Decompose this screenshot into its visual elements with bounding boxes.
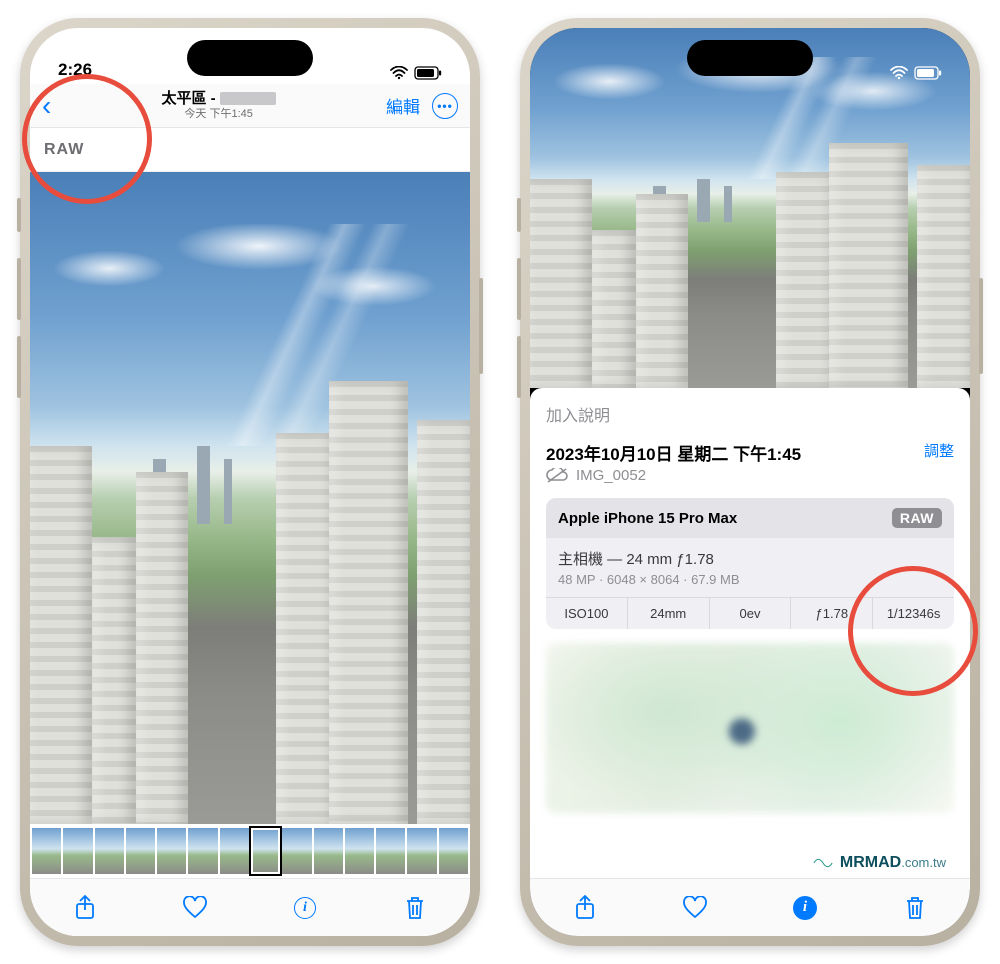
share-button[interactable] bbox=[570, 893, 600, 923]
watermark-brand: MRMAD bbox=[840, 854, 901, 871]
thumbnail[interactable] bbox=[220, 828, 249, 874]
caption-input[interactable]: 加入說明 bbox=[546, 402, 954, 426]
photo-meta: 48 MP · 6048 × 8064 · 67.9 MB bbox=[558, 572, 942, 587]
thumbnail[interactable] bbox=[345, 828, 374, 874]
watermark-tld: .com.tw bbox=[901, 855, 946, 870]
exif-shutter: 1/12346s bbox=[873, 598, 954, 629]
edit-button[interactable]: 編輯 bbox=[386, 93, 420, 118]
mute-switch bbox=[517, 198, 521, 232]
thumbnail[interactable] bbox=[95, 828, 124, 874]
favorite-button[interactable] bbox=[180, 893, 210, 923]
exif-aperture: ƒ1.78 bbox=[791, 598, 873, 629]
exif-ev: 0ev bbox=[710, 598, 792, 629]
toolbar: i bbox=[30, 878, 470, 936]
dynamic-island bbox=[687, 40, 813, 76]
thumbnail[interactable] bbox=[157, 828, 186, 874]
volume-down-button bbox=[17, 336, 21, 398]
photo-date: 2023年10月10日 星期二 下午1:45 bbox=[546, 440, 801, 465]
device-model: Apple iPhone 15 Pro Max bbox=[558, 510, 737, 527]
thumbnail[interactable] bbox=[314, 828, 343, 874]
lens-info: 主相機 — 24 mm ƒ1.78 bbox=[558, 548, 942, 569]
exif-row: ISO100 24mm 0ev ƒ1.78 1/12346s bbox=[546, 597, 954, 629]
nav-bar: ‹ 太平區 - 今天 下午1:45 編輯 ••• bbox=[30, 84, 470, 128]
thumbnail[interactable] bbox=[407, 828, 436, 874]
toolbar: i bbox=[530, 878, 970, 936]
volume-up-button bbox=[517, 258, 521, 320]
battery-icon bbox=[414, 66, 442, 80]
power-button bbox=[479, 278, 483, 374]
nav-title-location: 太平區 - bbox=[161, 90, 219, 107]
watermark: MRMAD.com.tw bbox=[812, 852, 946, 874]
favorite-button[interactable] bbox=[680, 893, 710, 923]
thumbnail-scrubber[interactable] bbox=[30, 824, 470, 878]
dynamic-island bbox=[187, 40, 313, 76]
battery-icon bbox=[914, 66, 942, 80]
info-icon: i bbox=[793, 896, 817, 920]
info-sheet: 加入說明 2023年10月10日 星期二 下午1:45 調整 IMG_0052 bbox=[530, 388, 970, 878]
exif-iso: ISO100 bbox=[546, 598, 628, 629]
raw-badge: RAW bbox=[44, 141, 84, 159]
raw-badge-row: RAW bbox=[30, 128, 470, 172]
delete-button[interactable] bbox=[400, 893, 430, 923]
volume-up-button bbox=[17, 258, 21, 320]
power-button bbox=[979, 278, 983, 374]
nav-subtitle: 今天 下午1:45 bbox=[51, 108, 386, 121]
adjust-button[interactable]: 調整 bbox=[924, 440, 954, 461]
thumbnail[interactable] bbox=[376, 828, 405, 874]
status-time bbox=[558, 60, 563, 80]
thumbnail[interactable] bbox=[251, 828, 280, 874]
info-button-active[interactable]: i bbox=[790, 893, 820, 923]
status-time: 2:26 bbox=[58, 60, 92, 80]
delete-button[interactable] bbox=[900, 893, 930, 923]
info-button[interactable]: i bbox=[290, 893, 320, 923]
thumbnail[interactable] bbox=[439, 828, 468, 874]
thumbnail[interactable] bbox=[32, 828, 61, 874]
phone-right: 加入說明 2023年10月10日 星期二 下午1:45 調整 IMG_0052 bbox=[520, 18, 980, 946]
redacted-text bbox=[220, 92, 276, 105]
filename-label: IMG_0052 bbox=[576, 467, 646, 484]
thumbnail[interactable] bbox=[282, 828, 311, 874]
thumbnail[interactable] bbox=[63, 828, 92, 874]
volume-down-button bbox=[517, 336, 521, 398]
info-icon: i bbox=[294, 897, 316, 919]
thumbnail[interactable] bbox=[188, 828, 217, 874]
raw-pill: RAW bbox=[892, 508, 942, 528]
main-photo[interactable] bbox=[30, 172, 470, 824]
phone-left: 2:26 ‹ 太平區 - 今天 下午1:45 編輯 ••• bbox=[20, 18, 480, 946]
wifi-icon bbox=[890, 66, 908, 80]
nav-title: 太平區 - bbox=[51, 90, 386, 108]
more-button[interactable]: ••• bbox=[432, 93, 458, 119]
thumbnail[interactable] bbox=[126, 828, 155, 874]
back-button[interactable]: ‹ bbox=[42, 92, 51, 120]
watermark-logo-icon bbox=[812, 852, 834, 874]
camera-info-card: Apple iPhone 15 Pro Max RAW 主相機 — 24 mm … bbox=[546, 498, 954, 629]
exif-focal: 24mm bbox=[628, 598, 710, 629]
share-button[interactable] bbox=[70, 893, 100, 923]
map-preview[interactable] bbox=[546, 643, 954, 813]
not-synced-icon bbox=[546, 468, 568, 484]
mute-switch bbox=[17, 198, 21, 232]
wifi-icon bbox=[390, 66, 408, 80]
